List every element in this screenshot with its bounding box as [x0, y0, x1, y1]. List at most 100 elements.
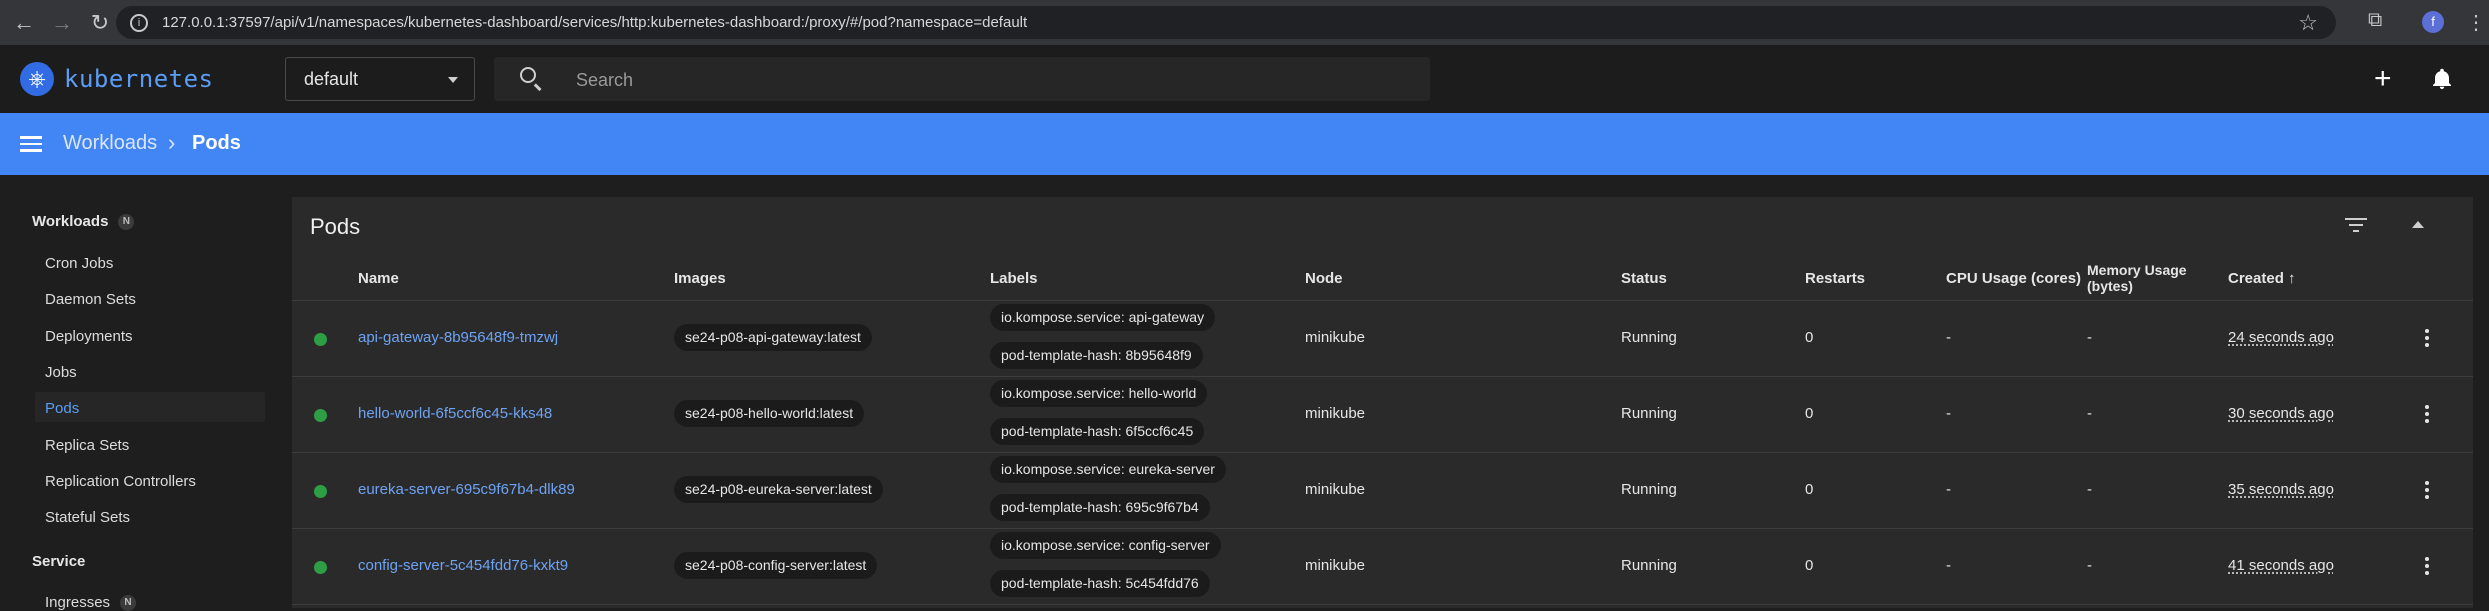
site-info-icon[interactable]: i [130, 13, 148, 32]
pod-name-link[interactable]: eureka-server-695c9f67b4-dlk89 [358, 481, 575, 498]
pod-name-link[interactable]: hello-world-6f5ccf6c45-kks48 [358, 405, 552, 422]
image-chip: se24-p08-config-server:latest [674, 552, 878, 579]
restarts-cell: 0 [1805, 481, 1814, 498]
label-chip: pod-template-hash: 8b95648f9 [990, 342, 1203, 369]
card-title: Pods [310, 214, 361, 239]
label-chip: pod-template-hash: 6f5ccf6c45 [990, 418, 1205, 445]
reload-icon[interactable]: ↻ [86, 9, 114, 37]
menu-icon[interactable] [20, 136, 42, 152]
sidebar-section-label: Workloads [32, 213, 109, 230]
address-bar[interactable]: i 127.0.0.1:37597/api/v1/namespaces/kube… [116, 6, 2336, 39]
sidebar-item-stateful-sets[interactable]: Stateful Sets [45, 509, 130, 526]
row-actions-icon[interactable] [2425, 329, 2429, 350]
sidebar-section-service[interactable]: Service [32, 553, 85, 570]
label-chip: io.kompose.service: config-server [990, 532, 1221, 559]
memory-cell: - [2087, 329, 2092, 346]
namespaced-badge: N [118, 213, 135, 230]
node-cell[interactable]: minikube [1305, 329, 1365, 346]
breadcrumb-workloads[interactable]: Workloads [63, 132, 157, 155]
node-cell[interactable]: minikube [1305, 557, 1365, 574]
column-created[interactable]: Created ↑ [2228, 270, 2296, 287]
memory-cell: - [2087, 405, 2092, 422]
back-icon[interactable]: ← [10, 9, 38, 37]
column-created-label: Created [2228, 270, 2284, 287]
column-status[interactable]: Status [1621, 270, 1667, 287]
notifications-bell-icon[interactable] [2430, 67, 2454, 91]
breadcrumb-current: Pods [192, 132, 241, 154]
node-cell[interactable]: minikube [1305, 481, 1365, 498]
sort-arrow-up-icon: ↑ [2288, 270, 2296, 287]
pods-card: Pods Name Images Labels Node Status Rest… [292, 197, 2473, 608]
sidebar-section-workloads[interactable]: Workloads N [32, 213, 135, 230]
created-cell: 30 seconds ago [2228, 405, 2334, 422]
namespace-select[interactable]: default [285, 57, 475, 101]
column-memory-usage: Memory Usage (bytes) [2087, 262, 2187, 294]
column-memory-line2: (bytes) [2087, 278, 2133, 294]
sidebar-item-replica-sets[interactable]: Replica Sets [45, 437, 129, 454]
search-input[interactable] [574, 65, 1398, 95]
namespaced-badge: N [120, 594, 137, 611]
create-icon[interactable]: + [2374, 64, 2392, 94]
sidebar-item-daemon-sets[interactable]: Daemon Sets [45, 291, 136, 308]
row-actions-icon[interactable] [2425, 557, 2429, 578]
search-box[interactable] [494, 57, 1430, 101]
cpu-cell: - [1946, 405, 1951, 422]
row-actions-icon[interactable] [2425, 405, 2429, 426]
created-cell: 24 seconds ago [2228, 329, 2334, 346]
column-labels: Labels [990, 270, 1038, 287]
address-url[interactable]: 127.0.0.1:37597/api/v1/namespaces/kubern… [162, 14, 1027, 31]
extensions-icon[interactable]: ⧉ [2368, 9, 2394, 35]
sidebar: Workloads N Cron Jobs Daemon Sets Deploy… [0, 175, 280, 611]
search-icon [520, 67, 536, 83]
sidebar-item-ingresses[interactable]: Ingresses N [45, 594, 137, 611]
cpu-cell: - [1946, 557, 1951, 574]
column-images: Images [674, 270, 726, 287]
restarts-cell: 0 [1805, 405, 1814, 422]
column-cpu-usage: CPU Usage (cores) [1946, 270, 2082, 287]
chevron-right-icon: › [168, 130, 176, 155]
column-node[interactable]: Node [1305, 270, 1343, 287]
table-row[interactable]: eureka-server-695c9f67b4-dlk89 se24-p08-… [292, 453, 2473, 529]
image-chip: se24-p08-hello-world:latest [674, 400, 865, 427]
table-row[interactable]: config-server-5c454fdd76-kxkt9 se24-p08-… [292, 529, 2473, 605]
row-actions-icon[interactable] [2425, 481, 2429, 502]
cpu-cell: - [1946, 481, 1951, 498]
kubernetes-logo[interactable]: ⎈ kubernetes [20, 62, 214, 96]
label-chip: io.kompose.service: eureka-server [990, 456, 1226, 483]
table-row[interactable]: api-gateway-8b95648f9-tmzwj se24-p08-api… [292, 301, 2473, 377]
created-cell: 35 seconds ago [2228, 481, 2334, 498]
sidebar-item-cron-jobs[interactable]: Cron Jobs [45, 255, 113, 272]
sidebar-item-label: Ingresses [45, 594, 111, 611]
table-row[interactable]: hello-world-6f5ccf6c45-kks48 se24-p08-he… [292, 377, 2473, 453]
label-chip: pod-template-hash: 695c9f67b4 [990, 494, 1210, 521]
profile-avatar[interactable]: f [2422, 11, 2444, 33]
sidebar-item-pods[interactable]: Pods [45, 400, 79, 417]
column-name[interactable]: Name [358, 270, 399, 287]
browser-toolbar: ← → ↻ i 127.0.0.1:37597/api/v1/namespace… [0, 0, 2489, 45]
bookmark-star-icon[interactable]: ☆ [2298, 10, 2318, 36]
restarts-cell: 0 [1805, 557, 1814, 574]
pod-name-link[interactable]: config-server-5c454fdd76-kxkt9 [358, 557, 568, 574]
label-chip: io.kompose.service: hello-world [990, 380, 1208, 407]
browser-menu-icon[interactable]: ⋮ [2466, 10, 2486, 35]
image-chip: se24-p08-api-gateway:latest [674, 324, 872, 351]
page-header: Workloads › Pods [0, 113, 2489, 175]
created-cell: 41 seconds ago [2228, 557, 2334, 574]
restarts-cell: 0 [1805, 329, 1814, 346]
sidebar-item-deployments[interactable]: Deployments [45, 328, 133, 345]
sidebar-section-label: Service [32, 553, 86, 570]
status-cell: Running [1621, 329, 1677, 346]
status-cell: Running [1621, 405, 1677, 422]
forward-icon[interactable]: → [48, 9, 76, 37]
status-running-icon [314, 485, 327, 498]
node-cell[interactable]: minikube [1305, 405, 1365, 422]
helm-wheel-icon: ⎈ [20, 62, 54, 96]
sidebar-item-jobs[interactable]: Jobs [45, 364, 77, 381]
collapse-icon[interactable] [2412, 221, 2424, 228]
filter-icon[interactable] [2345, 218, 2367, 234]
table-header: Name Images Labels Node Status Restarts … [292, 258, 2473, 301]
sidebar-item-replication-controllers[interactable]: Replication Controllers [45, 473, 196, 490]
pod-name-link[interactable]: api-gateway-8b95648f9-tmzwj [358, 329, 558, 346]
image-chip: se24-p08-eureka-server:latest [674, 476, 883, 503]
memory-cell: - [2087, 481, 2092, 498]
